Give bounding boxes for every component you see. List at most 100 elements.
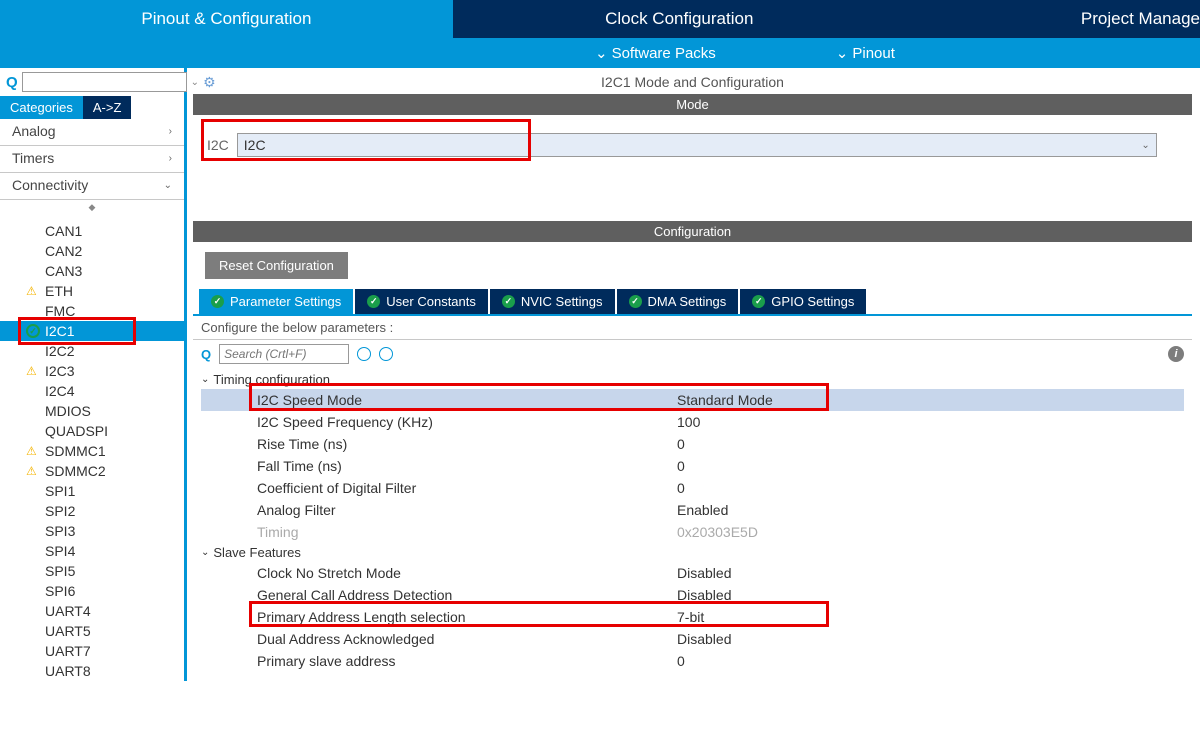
param-row-speed-mode[interactable]: I2C Speed Mode Standard Mode [201, 389, 1184, 411]
sidebar-item-i2c4[interactable]: I2C4 [0, 381, 184, 401]
param-name: I2C Speed Frequency (KHz) [257, 414, 677, 430]
sidebar-item-label: CAN2 [45, 243, 82, 259]
warning-icon: ⚠ [26, 364, 37, 378]
chevron-right-icon: › [169, 153, 172, 164]
check-icon: ✓ [502, 295, 515, 308]
mode-select[interactable]: I2C ⌄ [237, 133, 1157, 157]
chevron-right-icon: › [169, 126, 172, 137]
tab-label: User Constants [386, 294, 476, 309]
sidebar-item-mdios[interactable]: MDIOS [0, 401, 184, 421]
param-value: Enabled [677, 502, 728, 518]
sidebar-item-uart5[interactable]: UART5 [0, 621, 184, 641]
sidebar-item-label: SPI6 [45, 583, 75, 599]
sidebar-item-spi6[interactable]: SPI6 [0, 581, 184, 601]
check-icon: ✓ [367, 295, 380, 308]
param-row-clock-no-stretch[interactable]: Clock No Stretch Mode Disabled [201, 562, 1184, 584]
param-name: I2C Speed Mode [257, 392, 677, 408]
sidebar-item-i2c2[interactable]: I2C2 [0, 341, 184, 361]
param-name: Coefficient of Digital Filter [257, 480, 677, 496]
param-row-dual-addr[interactable]: Dual Address Acknowledged Disabled [201, 628, 1184, 650]
param-value: 0 [677, 458, 685, 474]
tab-pinout-config[interactable]: Pinout & Configuration [0, 0, 453, 38]
group-slave[interactable]: ⌄ Slave Features [201, 543, 1184, 562]
sidebar-item-uart4[interactable]: UART4 [0, 601, 184, 621]
tab-label: NVIC Settings [521, 294, 603, 309]
sidebar-search-input[interactable] [22, 72, 187, 92]
param-name: Primary Address Length selection [257, 609, 677, 625]
group-timing[interactable]: ⌄ Timing configuration [201, 370, 1184, 389]
param-name: Primary slave address [257, 653, 677, 669]
param-row-general-call[interactable]: General Call Address Detection Disabled [201, 584, 1184, 606]
sidebar-item-uart8[interactable]: UART8 [0, 661, 184, 681]
param-row-speed-freq[interactable]: I2C Speed Frequency (KHz) 100 [201, 411, 1184, 433]
param-value: 0 [677, 653, 685, 669]
param-name: General Call Address Detection [257, 587, 677, 603]
warning-icon: ⚠ [26, 284, 37, 298]
param-name: Dual Address Acknowledged [257, 631, 677, 647]
param-value: 100 [677, 414, 700, 430]
sidebar-item-i2c3[interactable]: ⚠I2C3 [0, 361, 184, 381]
tab-gpio-settings[interactable]: ✓ GPIO Settings [740, 289, 866, 314]
sidebar-item-spi5[interactable]: SPI5 [0, 561, 184, 581]
param-row-rise[interactable]: Rise Time (ns) 0 [201, 433, 1184, 455]
param-row-primary-slave[interactable]: Primary slave address 0 [201, 650, 1184, 672]
tab-clock-config[interactable]: Clock Configuration [453, 0, 906, 38]
param-row-coef[interactable]: Coefficient of Digital Filter 0 [201, 477, 1184, 499]
param-row-fall[interactable]: Fall Time (ns) 0 [201, 455, 1184, 477]
section-label: Connectivity [12, 177, 88, 193]
param-row-timing: Timing 0x20303E5D [201, 521, 1184, 543]
sidebar-item-label: CAN3 [45, 263, 82, 279]
sidebar-item-label: FMC [45, 303, 75, 319]
sidebar-item-sdmmc2[interactable]: ⚠SDMMC2 [0, 461, 184, 481]
sidebar-item-quadspi[interactable]: QUADSPI [0, 421, 184, 441]
tab-user-constants[interactable]: ✓ User Constants [355, 289, 488, 314]
tab-parameter-settings[interactable]: ✓ Parameter Settings [199, 289, 353, 314]
section-timers[interactable]: Timers › [0, 146, 184, 173]
section-analog[interactable]: Analog › [0, 119, 184, 146]
tab-nvic-settings[interactable]: ✓ NVIC Settings [490, 289, 615, 314]
sidebar-item-eth[interactable]: ⚠ETH [0, 281, 184, 301]
sidebar-item-spi3[interactable]: SPI3 [0, 521, 184, 541]
sort-icon[interactable]: ◆ [0, 200, 184, 215]
next-icon[interactable] [379, 347, 393, 361]
pinout-label: Pinout [852, 45, 895, 62]
param-row-analog[interactable]: Analog Filter Enabled [201, 499, 1184, 521]
software-packs-dropdown[interactable]: ⌄ Software Packs [595, 44, 716, 62]
param-search-input[interactable] [219, 344, 349, 364]
sidebar-item-label: SPI1 [45, 483, 75, 499]
param-name: Fall Time (ns) [257, 458, 677, 474]
check-icon: ✓ [752, 295, 765, 308]
sidebar-item-label: I2C1 [45, 323, 75, 339]
pinout-dropdown[interactable]: ⌄ Pinout [836, 44, 895, 62]
group-label: Slave Features [213, 545, 300, 560]
sidebar-item-label: I2C2 [45, 343, 75, 359]
sidebar-item-label: QUADSPI [45, 423, 108, 439]
sidebar-item-i2c1[interactable]: ✓I2C1 [0, 321, 184, 341]
sidebar-item-label: I2C4 [45, 383, 75, 399]
info-icon[interactable]: i [1168, 346, 1184, 362]
param-row-primary-addr-len[interactable]: Primary Address Length selection 7-bit [201, 606, 1184, 628]
param-value: Standard Mode [677, 392, 773, 408]
sidebar-item-can1[interactable]: CAN1 [0, 221, 184, 241]
tab-dma-settings[interactable]: ✓ DMA Settings [617, 289, 739, 314]
chevron-down-icon: ⌄ [595, 44, 608, 62]
param-value: Disabled [677, 587, 731, 603]
prev-icon[interactable] [357, 347, 371, 361]
reset-configuration-button[interactable]: Reset Configuration [205, 252, 348, 279]
sidebar-item-sdmmc1[interactable]: ⚠SDMMC1 [0, 441, 184, 461]
chevron-down-icon: ⌄ [201, 547, 209, 558]
section-connectivity[interactable]: Connectivity ⌄ [0, 173, 184, 200]
sidebar-item-can2[interactable]: CAN2 [0, 241, 184, 261]
param-value: Disabled [677, 631, 731, 647]
tab-a-to-z[interactable]: A->Z [83, 96, 132, 119]
tab-project-manager[interactable]: Project Manage [906, 0, 1200, 38]
page-title: I2C1 Mode and Configuration [193, 68, 1192, 94]
tab-categories[interactable]: Categories [0, 96, 83, 119]
sidebar-item-spi4[interactable]: SPI4 [0, 541, 184, 561]
sidebar-item-uart7[interactable]: UART7 [0, 641, 184, 661]
sidebar-item-spi2[interactable]: SPI2 [0, 501, 184, 521]
sidebar-item-can3[interactable]: CAN3 [0, 261, 184, 281]
sidebar-item-spi1[interactable]: SPI1 [0, 481, 184, 501]
sidebar-item-fmc[interactable]: FMC [0, 301, 184, 321]
group-label: Timing configuration [213, 372, 330, 387]
